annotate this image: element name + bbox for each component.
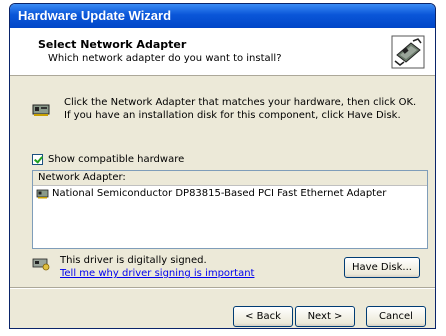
next-button[interactable]: Next > (295, 306, 355, 327)
back-button[interactable]: < Back (233, 306, 293, 327)
list-item[interactable]: National Semiconductor DP83815-Based PCI… (33, 186, 427, 201)
cancel-button[interactable]: Cancel (366, 306, 426, 327)
have-disk-button[interactable]: Have Disk... (344, 257, 420, 278)
wizard-window: Hardware Update Wizard Select Network Ad… (9, 3, 436, 329)
show-compatible-label[interactable]: Show compatible hardware (48, 154, 184, 165)
signed-driver-icon (32, 258, 50, 271)
adapter-name: National Semiconductor DP83815-Based PCI… (52, 188, 387, 199)
show-compatible-checkbox[interactable] (32, 153, 43, 165)
signature-text: This driver is digitally signed. (60, 255, 207, 266)
driver-signing-link[interactable]: Tell me why driver signing is important (60, 268, 254, 279)
show-compatible-row[interactable]: Show compatible hardware (32, 152, 184, 166)
header-title: Select Network Adapter (38, 38, 187, 51)
network-adapter-icon (36, 189, 49, 198)
wizard-header: Select Network Adapter Which network ada… (10, 28, 435, 76)
list-column-header[interactable]: Network Adapter: (33, 171, 427, 186)
network-adapter-icon (32, 104, 50, 116)
header-subtitle: Which network adapter do you want to ins… (48, 53, 282, 64)
adapter-listbox[interactable]: Network Adapter: National Semiconductor … (32, 170, 428, 249)
intro-text: Click the Network Adapter that matches y… (64, 97, 417, 121)
title-bar[interactable]: Hardware Update Wizard (10, 4, 435, 28)
footer-divider (10, 287, 435, 289)
network-card-icon (391, 35, 425, 69)
